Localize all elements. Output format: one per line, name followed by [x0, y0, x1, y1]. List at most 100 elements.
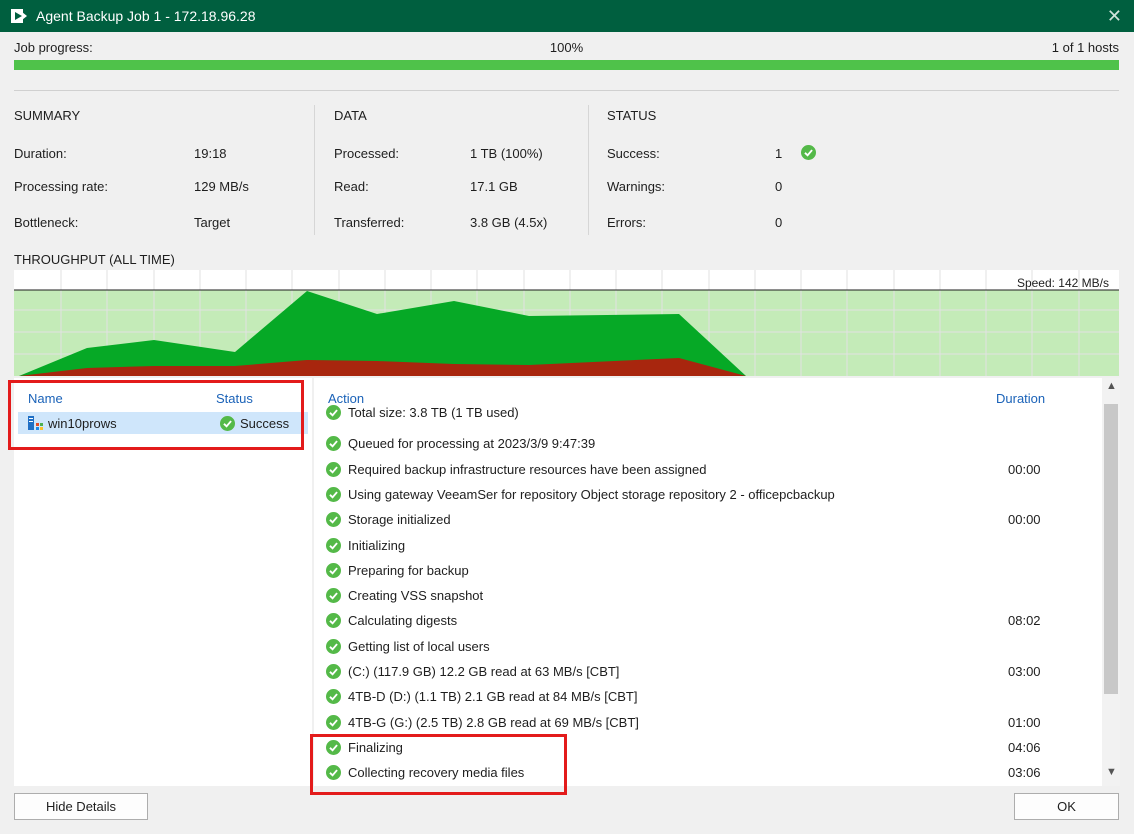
success-check-icon — [326, 562, 341, 578]
action-row[interactable]: Total size: 3.8 TB (1 TB used) — [326, 402, 1096, 424]
ok-button[interactable]: OK — [1014, 793, 1119, 820]
processed-value: 1 TB (100%) — [470, 146, 543, 161]
action-row[interactable]: Collecting recovery media files 03:06 — [326, 762, 1096, 784]
action-row[interactable]: Finalizing 04:06 — [326, 737, 1096, 759]
data-header: DATA — [334, 108, 367, 123]
hide-details-button[interactable]: Hide Details — [14, 793, 148, 820]
scrollbar-thumb[interactable] — [1104, 404, 1118, 694]
action-text: Calculating digests — [348, 613, 458, 629]
data-section: DATA Processed: 1 TB (100%) Read: 17.1 G… — [334, 100, 594, 240]
success-check-icon — [326, 613, 341, 629]
read-label: Read: — [334, 179, 369, 194]
vm-row[interactable]: win10prows Success — [18, 412, 308, 434]
action-text: 4TB-D (D:) (1.1 TB) 2.1 GB read at 84 MB… — [348, 689, 638, 705]
success-check-icon — [326, 638, 341, 654]
veeam-app-icon — [11, 9, 27, 23]
errors-value: 0 — [775, 215, 783, 230]
action-text: Using gateway VeeamSer for repository Ob… — [348, 486, 835, 502]
action-text: Queued for processing at 2023/3/9 9:47:3… — [348, 436, 596, 452]
success-label: Success: — [607, 146, 660, 161]
success-check-icon — [326, 689, 341, 705]
divider — [314, 105, 315, 235]
job-progress-bar — [14, 60, 1119, 70]
action-text: (C:) (117.9 GB) 12.2 GB read at 63 MB/s … — [348, 664, 620, 679]
transferred-value: 3.8 GB (4.5x) — [470, 215, 548, 230]
computer-icon — [28, 416, 43, 430]
action-row[interactable]: Using gateway VeeamSer for repository Ob… — [326, 484, 1096, 506]
action-row[interactable]: 4TB-D (D:) (1.1 TB) 2.1 GB read at 84 MB… — [326, 686, 1096, 708]
action-row[interactable]: Initializing — [326, 535, 1096, 557]
status-column-header[interactable]: Status — [216, 391, 253, 406]
bottleneck-value: Target — [194, 215, 231, 230]
name-column-header[interactable]: Name — [28, 391, 63, 406]
status-header: STATUS — [607, 108, 657, 123]
success-check-icon — [326, 765, 341, 781]
title-bar: Agent Backup Job 1 - 172.18.96.28 ✕ — [0, 0, 1134, 32]
vm-name: win10prows — [48, 416, 117, 431]
vm-status: Success — [240, 416, 290, 431]
speed-label: Speed: 142 MB/s — [1016, 276, 1109, 290]
job-progress-percent: 100% — [549, 40, 584, 55]
close-icon[interactable]: ✕ — [1107, 6, 1122, 27]
action-row[interactable]: Getting list of local users — [326, 636, 1096, 658]
action-row[interactable]: (C:) (117.9 GB) 12.2 GB read at 63 MB/s … — [326, 661, 1096, 683]
action-row[interactable]: Calculating digests 08:02 — [326, 610, 1096, 632]
divider — [14, 90, 1119, 91]
vertical-scrollbar[interactable]: ▲ ▼ — [1102, 378, 1120, 786]
action-duration: 01:00 — [1008, 714, 1041, 730]
transferred-label: Transferred: — [334, 215, 405, 230]
action-row[interactable]: 4TB-G (G:) (2.5 TB) 2.8 GB read at 69 MB… — [326, 712, 1096, 734]
divider — [588, 105, 589, 235]
warnings-value: 0 — [775, 179, 783, 194]
errors-label: Errors: — [607, 215, 646, 230]
processing-rate-value: 129 MB/s — [194, 179, 249, 194]
processed-label: Processed: — [334, 146, 400, 161]
summary-header: SUMMARY — [14, 108, 81, 123]
action-text: Initializing — [348, 537, 406, 553]
action-duration: 03:00 — [1008, 664, 1041, 679]
duration-value: 19:18 — [194, 146, 227, 161]
action-text: Finalizing — [348, 739, 403, 755]
action-row[interactable]: Creating VSS snapshot — [326, 585, 1096, 607]
action-duration: 04:06 — [1008, 739, 1041, 755]
success-check-icon — [326, 436, 341, 452]
action-text: 4TB-G (G:) (2.5 TB) 2.8 GB read at 69 MB… — [348, 714, 639, 730]
action-duration: 08:02 — [1008, 613, 1041, 629]
throughput-label: THROUGHPUT (ALL TIME) — [14, 252, 175, 267]
processing-rate-label: Processing rate: — [14, 179, 108, 194]
action-duration: 00:00 — [1008, 512, 1041, 528]
warnings-label: Warnings: — [607, 179, 666, 194]
success-check-icon — [326, 486, 341, 502]
summary-section: SUMMARY Duration: 19:18 Processing rate:… — [14, 100, 304, 240]
action-duration: 03:06 — [1008, 765, 1041, 781]
duration-label: Duration: — [14, 146, 67, 161]
scroll-up-icon[interactable]: ▲ — [1106, 380, 1117, 392]
job-progress-row: Job progress: 100% 1 of 1 hosts — [14, 40, 1119, 58]
success-check-icon — [326, 588, 341, 604]
read-value: 17.1 GB — [470, 179, 518, 194]
action-row[interactable]: Storage initialized 00:00 — [326, 509, 1096, 531]
action-text: Total size: 3.8 TB (1 TB used) — [348, 405, 519, 420]
success-check-icon — [326, 512, 341, 528]
action-text: Preparing for backup — [348, 562, 469, 578]
job-progress-fill — [14, 60, 1119, 70]
action-row[interactable]: Preparing for backup — [326, 560, 1096, 582]
success-check-icon — [326, 537, 341, 553]
scroll-down-icon[interactable]: ▼ — [1106, 766, 1117, 778]
action-text: Creating VSS snapshot — [348, 588, 484, 604]
success-check-icon — [326, 739, 341, 755]
success-check-icon — [326, 405, 341, 420]
action-row[interactable]: Required backup infrastructure resources… — [326, 459, 1096, 481]
success-check-icon — [326, 461, 341, 477]
action-text: Getting list of local users — [348, 638, 490, 654]
action-row[interactable]: Queued for processing at 2023/3/9 9:47:3… — [326, 433, 1096, 455]
action-text: Collecting recovery media files — [348, 765, 525, 781]
success-check-icon — [220, 416, 235, 431]
chart-top-band — [14, 270, 1119, 290]
action-log-panel: Action Duration Total size: 3.8 TB (1 TB… — [314, 378, 1120, 786]
vm-list-panel: Name Status win10prows Success — [14, 378, 312, 786]
success-check-icon — [326, 664, 341, 679]
success-check-icon — [326, 714, 341, 730]
action-duration: 00:00 — [1008, 461, 1041, 477]
window-title: Agent Backup Job 1 - 172.18.96.28 — [36, 8, 256, 24]
